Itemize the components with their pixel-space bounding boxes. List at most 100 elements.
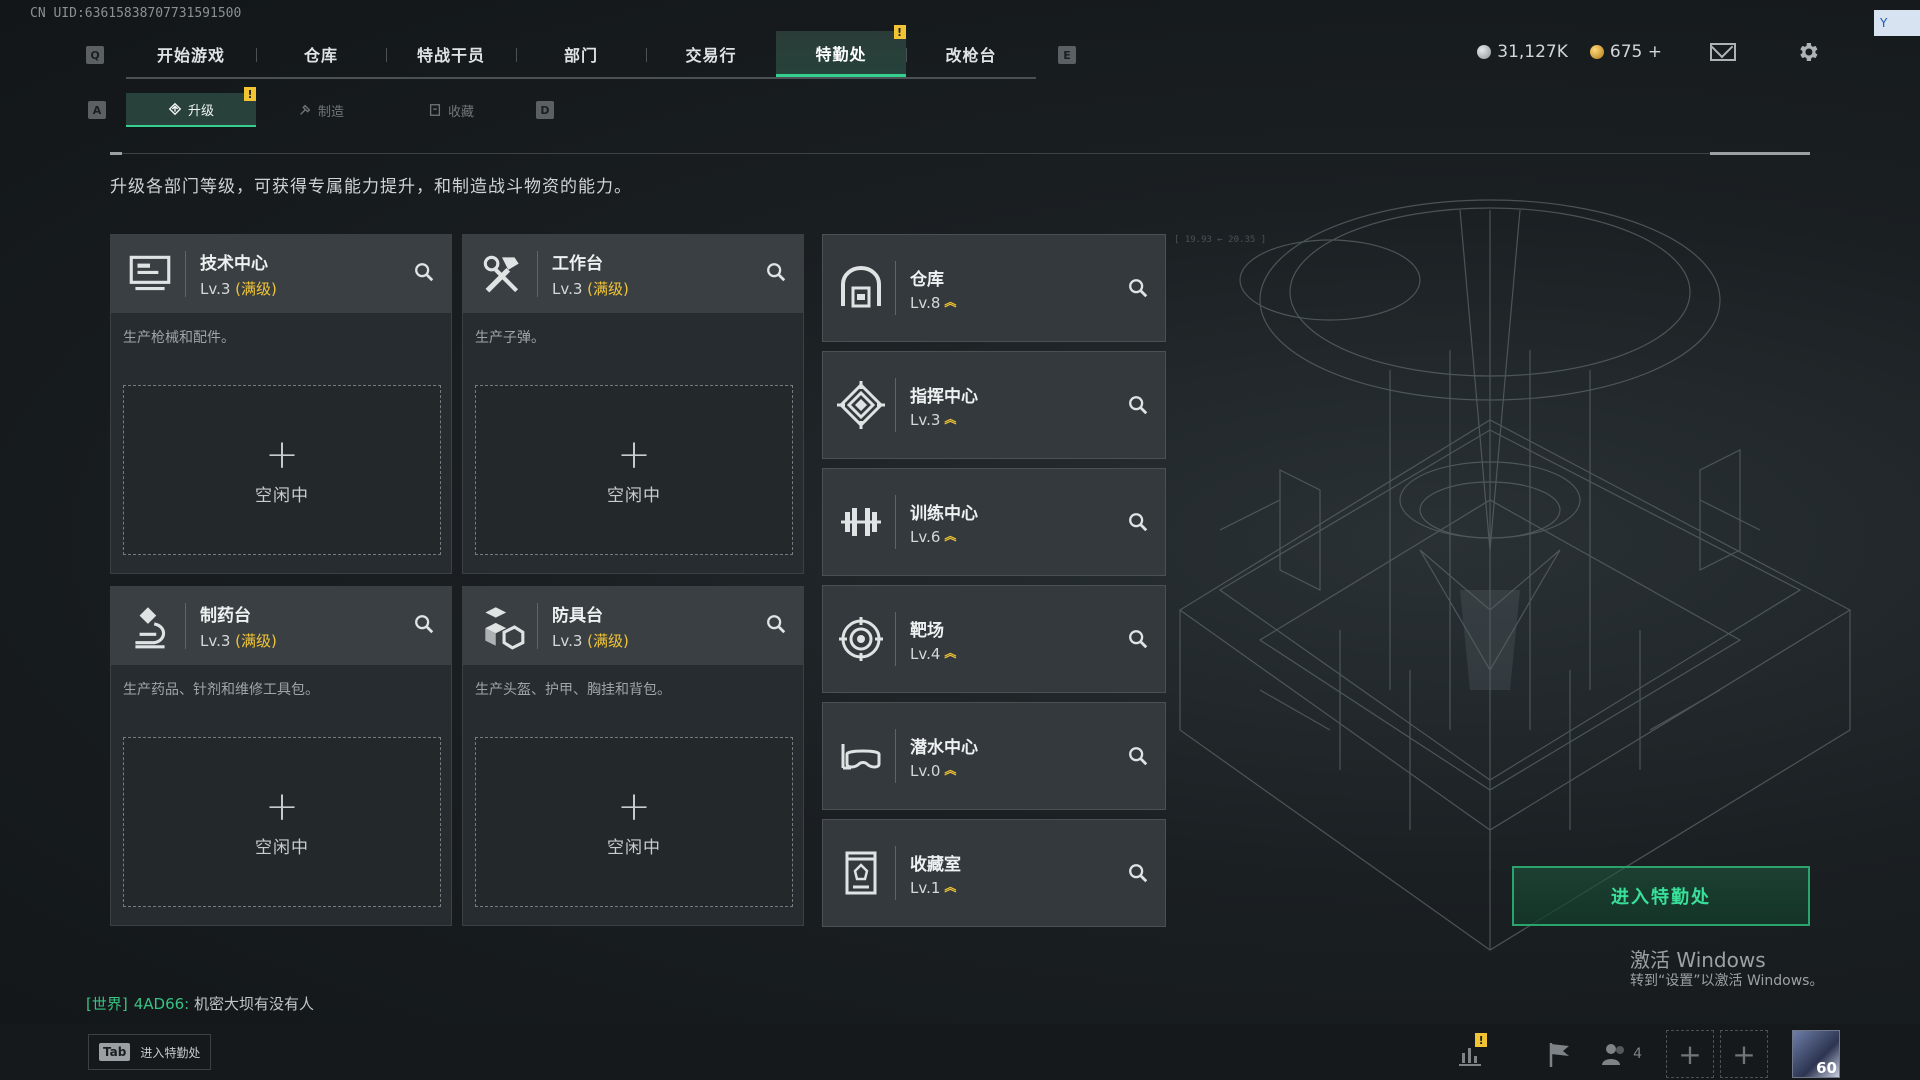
production-card-workbench[interactable]: 工作台 Lv.3 (满级) 生产子弹。 + 空闲中: [462, 234, 804, 574]
subtab-collection-label: 收藏: [447, 104, 474, 120]
search-icon[interactable]: [1127, 394, 1149, 416]
tab-departments[interactable]: 部门: [516, 31, 646, 77]
separator: [185, 603, 186, 649]
subnav-right-key-hint[interactable]: D: [536, 101, 554, 119]
slot-status: 空闲中: [607, 485, 661, 506]
facility-card-dive-center[interactable]: 潜水中心 Lv.0 ︽: [822, 702, 1166, 810]
card-name: 防具台: [552, 606, 603, 626]
player-avatar[interactable]: 60: [1792, 1030, 1840, 1078]
max-level-label: (满级): [235, 632, 277, 650]
production-slot[interactable]: + 空闲中: [123, 385, 441, 555]
facility-3d-illustration: [1178, 199, 1852, 951]
production-slot[interactable]: + 空闲中: [475, 385, 793, 555]
upgrade-available-icon: ︽: [944, 529, 957, 544]
alert-badge: !: [244, 87, 256, 101]
separator: [895, 846, 896, 900]
upgrade-available-icon: ︽: [944, 412, 957, 427]
production-card-armor-bench[interactable]: 防具台 Lv.3 (满级) 生产头盔、护甲、胸挂和背包。 + 空闲中: [462, 586, 804, 926]
facility-card-training-center[interactable]: 训练中心 Lv.6 ︽: [822, 468, 1166, 576]
search-icon[interactable]: [413, 261, 435, 283]
max-level-label: (满级): [587, 280, 629, 298]
facility-card-warehouse[interactable]: 仓库 Lv.8 ︽: [822, 234, 1166, 342]
slot-status: 空闲中: [255, 485, 309, 506]
chat-message: 机密大坝有没有人: [194, 995, 315, 1013]
level-value: Lv.0: [910, 761, 941, 780]
corner-app-tag[interactable]: Y: [1874, 10, 1920, 36]
target-icon: [839, 617, 883, 661]
tab-special-ops[interactable]: 特勤处!: [776, 25, 906, 77]
tools-icon: [483, 255, 519, 293]
card-level: Lv.3 (满级): [552, 630, 629, 651]
dumbbell-icon: [841, 508, 881, 536]
card-header: 防具台 Lv.3 (满级): [463, 587, 803, 665]
card-name: 技术中心: [200, 254, 268, 274]
gold-currency[interactable]: 675 +: [1589, 42, 1662, 62]
upgrade-available-icon: ︽: [944, 880, 957, 895]
friends-icon: [1602, 1044, 1625, 1065]
card-title-block: 收藏室 Lv.1 ︽: [910, 850, 961, 897]
add-slot-button[interactable]: +: [1666, 1030, 1714, 1078]
card-title-block: 防具台 Lv.3 (满级): [552, 601, 629, 651]
boxes-icon: [485, 607, 525, 650]
windows-activation-title: 激活 Windows: [1630, 948, 1766, 972]
card-name: 潜水中心: [910, 737, 978, 758]
card-level: Lv.8 ︽: [910, 294, 956, 312]
subnav-left-key-hint[interactable]: A: [88, 101, 106, 119]
card-description: 生产枪械和配件。: [123, 330, 235, 346]
flag-icon[interactable]: [1545, 1039, 1575, 1069]
separator: [895, 261, 896, 315]
tab-key: Tab: [99, 1043, 131, 1061]
level-value: Lv.4: [910, 644, 941, 663]
search-icon[interactable]: [1127, 862, 1149, 884]
card-level: Lv.3 (满级): [200, 278, 277, 299]
production-card-tech-center[interactable]: 技术中心 Lv.3 (满级) 生产枪械和配件。 + 空闲中: [110, 234, 452, 574]
silver-currency[interactable]: 31,127K: [1477, 42, 1568, 62]
tab-market[interactable]: 交易行: [646, 31, 776, 77]
friends-button[interactable]: 4: [1599, 1039, 1642, 1069]
upgrade-available-icon: ︽: [944, 763, 957, 778]
search-icon[interactable]: [765, 261, 787, 283]
search-icon[interactable]: [1127, 745, 1149, 767]
enter-special-ops-button[interactable]: 进入特勤处: [1512, 866, 1810, 926]
vault-icon: [845, 851, 877, 895]
settings-gear-icon[interactable]: [1796, 40, 1820, 64]
separator: [895, 495, 896, 549]
tab-special-ops-label: 特勤处: [815, 44, 867, 64]
card-header: 制药台 Lv.3 (满级): [111, 587, 451, 665]
upgrade-available-icon: ︽: [944, 646, 957, 661]
production-card-pharmacy[interactable]: 制药台 Lv.3 (满级) 生产药品、针剂和维修工具包。 + 空闲中: [110, 586, 452, 926]
card-title-block: 技术中心 Lv.3 (满级): [200, 249, 277, 299]
search-icon[interactable]: [765, 613, 787, 635]
subtab-craft[interactable]: 制造: [256, 93, 386, 127]
tab-warehouse[interactable]: 仓库: [256, 31, 386, 77]
facility-card-shooting-range[interactable]: 靶场 Lv.4 ︽: [822, 585, 1166, 693]
production-slot[interactable]: + 空闲中: [123, 737, 441, 907]
tab-operators[interactable]: 特战干员: [386, 31, 516, 77]
top-right-bar: 31,127K 675 +: [1477, 40, 1820, 64]
production-slot[interactable]: + 空闲中: [475, 737, 793, 907]
search-icon[interactable]: [1127, 628, 1149, 650]
corner-tag-label: Y: [1880, 16, 1888, 30]
facility-card-command-center[interactable]: 指挥中心 Lv.3 ︽: [822, 351, 1166, 459]
tab-start-game[interactable]: 开始游戏: [126, 31, 256, 77]
tab-gunsmith[interactable]: 改枪台: [906, 31, 1036, 77]
player-level: 60: [1816, 1059, 1837, 1077]
level-value: Lv.3: [910, 410, 941, 429]
intro-text: 升级各部门等级，可获得专属能力提升，和制造战斗物资的能力。: [110, 177, 632, 197]
subtab-upgrade[interactable]: 升级 !: [126, 87, 256, 127]
facility-card-collection-room[interactable]: 收藏室 Lv.1 ︽: [822, 819, 1166, 927]
search-icon[interactable]: [1127, 511, 1149, 533]
upgrade-icon: [168, 102, 182, 116]
nav-right-key-hint[interactable]: E: [1058, 46, 1076, 64]
card-name: 工作台: [552, 254, 603, 274]
tab-key-hint[interactable]: Tab 进入特勤处: [88, 1034, 212, 1070]
chat-user[interactable]: 4AD66:: [134, 995, 190, 1013]
nav-left-key-hint[interactable]: Q: [86, 46, 104, 64]
subtab-collection[interactable]: 收藏: [386, 93, 516, 127]
search-icon[interactable]: [413, 613, 435, 635]
add-slot-button[interactable]: +: [1720, 1030, 1768, 1078]
chat-line[interactable]: [世界] 4AD66: 机密大坝有没有人: [86, 993, 314, 1014]
mail-icon[interactable]: [1710, 43, 1736, 61]
bottom-icons: ! 4 + + 60: [1455, 1030, 1840, 1078]
search-icon[interactable]: [1127, 277, 1149, 299]
